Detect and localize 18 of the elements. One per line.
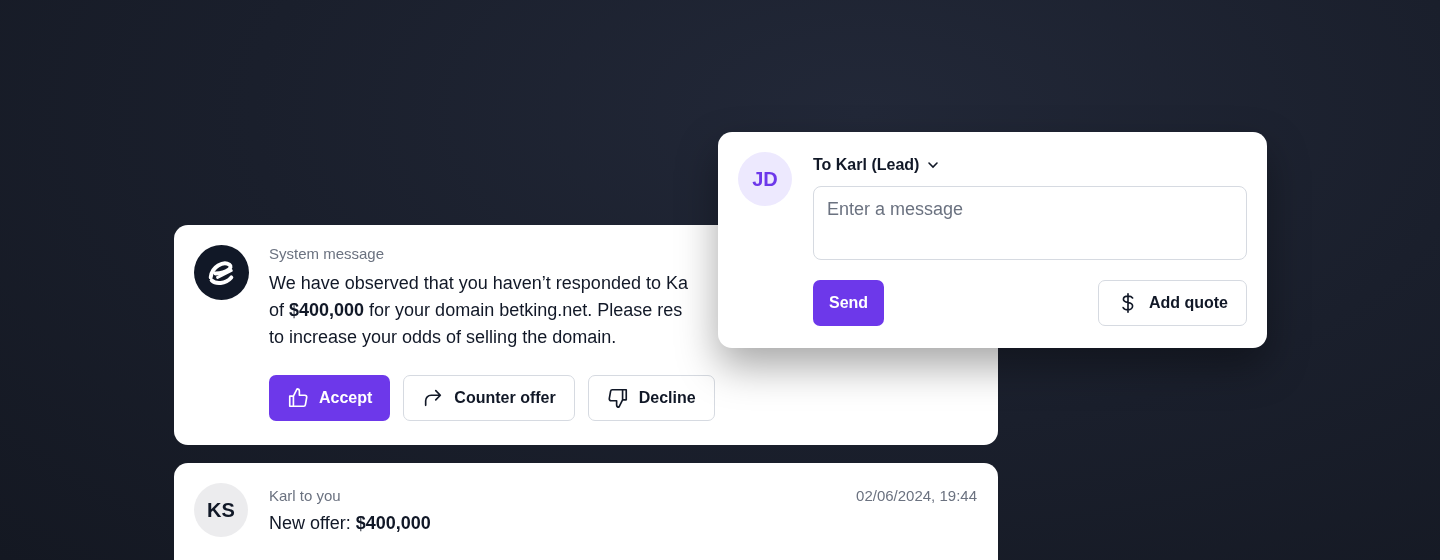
logo-icon <box>194 245 249 300</box>
avatar: JD <box>738 152 792 206</box>
recipient-dropdown[interactable]: To Karl (Lead) <box>813 152 940 178</box>
decline-button[interactable]: Decline <box>587 375 715 421</box>
message-text: We have observed that you haven’t responded to Ka of $400,000 for your domain betking.net. Please res to increase your odds of selling the domain. <box>269 272 689 349</box>
timestamp: 02/06/2024, 19:44 <box>856 487 977 504</box>
send-button[interactable]: Send <box>813 280 885 326</box>
message-text: New offer: $400,000 <box>269 512 432 535</box>
thumbs-up-icon <box>287 387 309 409</box>
thumbs-down-icon <box>606 387 629 409</box>
avatar: KS <box>194 483 248 537</box>
counter-offer-button[interactable]: Counter offer <box>403 375 575 421</box>
chevron-down-icon <box>927 159 940 171</box>
sender-label: System message <box>269 245 386 262</box>
add-quote-button[interactable]: Add quote <box>1097 280 1247 326</box>
sender-label: Karl to you <box>269 487 341 504</box>
message-input[interactable]: Enter a message <box>813 186 1247 260</box>
accept-button[interactable]: Accept <box>269 375 391 421</box>
